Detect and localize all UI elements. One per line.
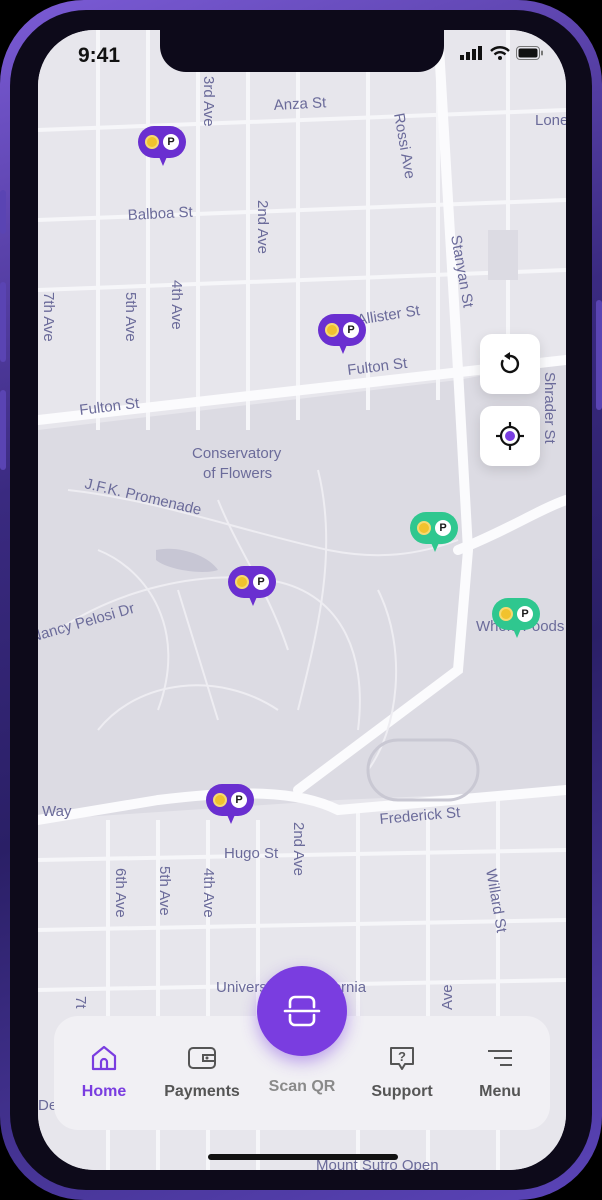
parking-icon: P: [343, 322, 359, 338]
status-time: 9:41: [78, 44, 121, 67]
nav-menu-label: Menu: [479, 1083, 521, 1100]
status-icons: [460, 46, 544, 60]
home-indicator[interactable]: [208, 1154, 398, 1160]
sun-icon: [145, 135, 159, 149]
nav-payments-label: Payments: [164, 1083, 240, 1100]
sun-icon: [235, 575, 249, 589]
parking-icon: P: [253, 574, 269, 590]
nav-menu[interactable]: Menu: [450, 1044, 550, 1101]
scan-qr-button[interactable]: [257, 966, 347, 1056]
street-label: 6th Ave: [112, 868, 129, 918]
scan-icon: [283, 995, 321, 1027]
parking-pin[interactable]: P: [138, 126, 186, 170]
wallet-icon: [188, 1047, 216, 1069]
refresh-icon: [500, 352, 520, 374]
parking-icon: P: [435, 520, 451, 536]
notch: [160, 30, 444, 72]
wifi-icon: [490, 46, 510, 60]
support-icon: ?: [390, 1047, 414, 1070]
street-label: 4th Ave: [200, 868, 217, 918]
map-label: Conservatory: [192, 445, 282, 462]
side-button: [596, 300, 602, 410]
sun-icon: [417, 521, 431, 535]
street-label: Way: [42, 803, 72, 820]
phone-frame: Anza St Rossi Ave 3rd Ave Lone Balboa St…: [0, 0, 602, 1200]
parking-pin[interactable]: P: [206, 784, 254, 828]
svg-text:?: ?: [398, 1049, 406, 1064]
street-label: Shrader St: [541, 372, 558, 445]
screen: Anza St Rossi Ave 3rd Ave Lone Balboa St…: [38, 30, 566, 1170]
street-label: 3rd Ave: [200, 76, 217, 127]
side-button: [0, 190, 6, 234]
nav-support-label: Support: [371, 1083, 433, 1100]
parking-pin[interactable]: P: [318, 314, 366, 358]
locate-button[interactable]: [480, 406, 540, 466]
home-icon: [91, 1045, 117, 1071]
street-label: 5th Ave: [122, 292, 139, 342]
parking-pin[interactable]: P: [492, 598, 540, 642]
side-button: [0, 282, 6, 362]
street-label: 4th Ave: [168, 280, 185, 330]
nav-support[interactable]: ? Support: [352, 1044, 452, 1101]
street-label: 5th Ave: [156, 866, 173, 916]
refresh-button[interactable]: [480, 334, 540, 394]
sun-icon: [325, 323, 339, 337]
street-label: 7th Ave: [40, 292, 57, 342]
nav-scan[interactable]: Scan QR: [252, 1072, 352, 1096]
street-label: Lone: [535, 112, 566, 129]
nav-scan-label: Scan QR: [268, 1078, 336, 1095]
nav-payments[interactable]: Payments: [152, 1044, 252, 1101]
map-label: of Flowers: [203, 465, 272, 482]
locate-icon: [496, 422, 524, 450]
signal-icon: [460, 46, 482, 60]
side-button: [0, 390, 6, 470]
nav-home[interactable]: Home: [54, 1044, 154, 1101]
sun-icon: [499, 607, 513, 621]
battery-icon: [516, 46, 543, 60]
parking-icon: P: [517, 606, 533, 622]
street-label: 2nd Ave: [254, 200, 271, 254]
street-label: Ave: [439, 984, 456, 1010]
menu-icon: [488, 1050, 512, 1066]
parking-icon: P: [163, 134, 179, 150]
street-label: 7t: [72, 996, 89, 1009]
nav-home-label: Home: [81, 1083, 127, 1100]
street-label: Balboa St: [127, 204, 194, 224]
parking-pin[interactable]: P: [410, 512, 458, 556]
sun-icon: [213, 793, 227, 807]
street-label: Anza St: [273, 94, 327, 114]
street-label: 2nd Ave: [290, 822, 307, 876]
street-label: Hugo St: [224, 845, 279, 862]
parking-pin[interactable]: P: [228, 566, 276, 610]
parking-icon: P: [231, 792, 247, 808]
